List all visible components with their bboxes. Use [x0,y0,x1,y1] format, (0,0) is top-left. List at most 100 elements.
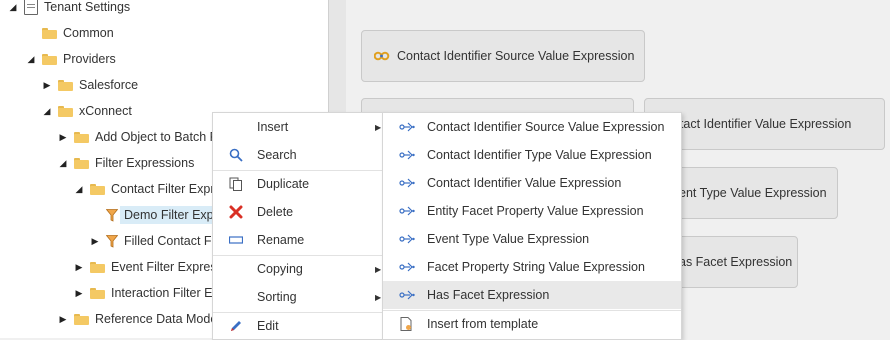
tree-node-label: Common [63,26,114,40]
collapse-arrow-icon[interactable]: ◢ [74,184,84,195]
collapse-arrow-icon[interactable]: ◢ [8,2,18,13]
tree-node-filter-expressions[interactable]: ◢ Filter Expressions [58,152,195,174]
menu-item-label: Delete [257,205,294,219]
insert-option-button[interactable]: Contact Identifier Source Value Expressi… [361,30,645,82]
expression-icon [399,178,415,188]
expression-icon [399,122,415,132]
edit-pencil-icon [231,321,241,331]
tree-node-label: Demo Filter Exp [120,206,218,224]
submenu-item-label: Entity Facet Property Value Expression [427,204,644,218]
duplicate-icon [229,177,242,191]
submenu-item-insert-from-template[interactable]: Insert from template [383,310,681,338]
folder-icon [74,313,89,325]
expression-icon [399,290,415,300]
funnel-icon [106,234,118,248]
rename-icon [229,236,243,244]
menu-item-label: Rename [257,233,305,247]
folder-icon [90,287,105,299]
expression-chain-icon [374,51,390,61]
submenu-item-facet-property-string[interactable]: Facet Property String Value Expression [383,253,681,281]
tree-node-label: Salesforce [79,78,139,92]
tree-node-interaction-filter[interactable]: ▶ Interaction Filter E [74,282,213,304]
menu-item-rename[interactable]: Rename [213,226,384,254]
insert-option-label: ent Type Value Expression [679,186,827,200]
tree-node-label: Contact Filter Expr [111,182,215,196]
menu-item-label: Sorting [257,290,297,304]
submenu-item-contact-identifier-source[interactable]: Contact Identifier Source Value Expressi… [383,113,681,141]
folder-icon [74,131,89,143]
expand-arrow-icon[interactable]: ▶ [74,288,84,299]
context-menu: Insert ▶ Search Duplicate Delete Rename … [212,112,385,340]
submenu-item-label: Event Type Value Expression [427,232,590,246]
insert-option-label: Contact Identifier Value Expression [657,117,852,131]
submenu-item-contact-identifier-value[interactable]: Contact Identifier Value Expression [383,169,681,197]
tree-node-salesforce[interactable]: ▶ Salesforce [42,74,139,96]
folder-icon [58,105,73,117]
tree-node-tenant-settings[interactable]: ◢ Tenant Settings [8,0,130,18]
tree-node-contact-filter[interactable]: ◢ Contact Filter Expr [74,178,215,200]
submenu-item-label: Contact Identifier Value Expression [427,176,622,190]
submenu-item-label: Insert from template [427,317,539,331]
folder-icon [58,79,73,91]
document-icon [24,0,38,15]
tree-node-label: Interaction Filter E [111,286,213,300]
delete-icon [229,205,243,219]
folder-icon [74,157,89,169]
menu-item-search[interactable]: Search [213,141,384,169]
expression-icon [399,150,415,160]
collapse-arrow-icon[interactable]: ◢ [26,54,36,65]
expression-icon [399,206,415,216]
menu-item-duplicate[interactable]: Duplicate [213,170,384,198]
expand-arrow-icon[interactable]: ▶ [74,262,84,273]
submenu-item-has-facet[interactable]: Has Facet Expression [383,281,681,309]
expression-icon [399,262,415,272]
insert-option-label: Contact Identifier Source Value Expressi… [397,49,635,63]
tree-node-label: Filter Expressions [95,156,195,170]
tree-node-common[interactable]: Common [42,22,114,44]
tree-node-label: Reference Data Mode [95,312,218,326]
menu-item-label: Duplicate [257,177,310,191]
menu-item-sorting[interactable]: Sorting ▶ [213,283,384,311]
menu-item-label: Edit [257,319,279,333]
tree-node-label: Providers [63,52,116,66]
submenu-item-entity-facet-property[interactable]: Entity Facet Property Value Expression [383,197,681,225]
submenu-item-contact-identifier-type[interactable]: Contact Identifier Type Value Expression [383,141,681,169]
submenu-item-label: Contact Identifier Source Value Expressi… [427,120,665,134]
collapse-arrow-icon[interactable]: ◢ [58,158,68,169]
tree-node-reference-data[interactable]: ▶ Reference Data Mode [58,308,218,330]
tree-node-label: Event Filter Expres [111,260,217,274]
menu-item-edit[interactable]: Edit [213,312,384,340]
template-icon [400,317,412,331]
tree-node-event-filter[interactable]: ▶ Event Filter Expres [74,256,217,278]
submenu-item-label: Facet Property String Value Expression [427,260,645,274]
folder-icon [90,183,105,195]
tree-node-label: Tenant Settings [44,0,131,14]
menu-item-label: Copying [257,262,303,276]
menu-item-insert[interactable]: Insert ▶ [213,113,384,141]
expand-arrow-icon[interactable]: ▶ [58,132,68,143]
folder-icon [42,53,57,65]
folder-icon [42,27,57,39]
expand-arrow-icon[interactable]: ▶ [42,80,52,91]
tree-node-demo-filter[interactable]: Demo Filter Exp [106,204,218,226]
tree-node-providers[interactable]: ◢ Providers [26,48,116,70]
folder-icon [90,261,105,273]
menu-item-delete[interactable]: Delete [213,198,384,226]
submenu-arrow-icon: ▶ [375,264,382,274]
tree-node-label: Filled Contact F [124,234,212,248]
search-icon [229,148,243,162]
tree-node-label: Add Object to Batch F [95,130,218,144]
collapse-arrow-icon[interactable]: ◢ [42,106,52,117]
submenu-item-label: Has Facet Expression [427,288,550,302]
expand-arrow-icon[interactable]: ▶ [90,236,100,247]
tree-node-xconnect[interactable]: ◢ xConnect [42,100,132,122]
expand-arrow-icon[interactable]: ▶ [58,314,68,325]
funnel-icon [106,208,118,222]
menu-item-label: Search [257,148,297,162]
submenu-item-label: Contact Identifier Type Value Expression [427,148,652,162]
menu-item-copying[interactable]: Copying ▶ [213,255,384,283]
submenu-item-event-type-value[interactable]: Event Type Value Expression [383,225,681,253]
tree-node-add-object[interactable]: ▶ Add Object to Batch F [58,126,218,148]
tree-node-filled-contact[interactable]: ▶ Filled Contact F [90,230,212,252]
insert-option-label: as Facet Expression [679,255,793,269]
